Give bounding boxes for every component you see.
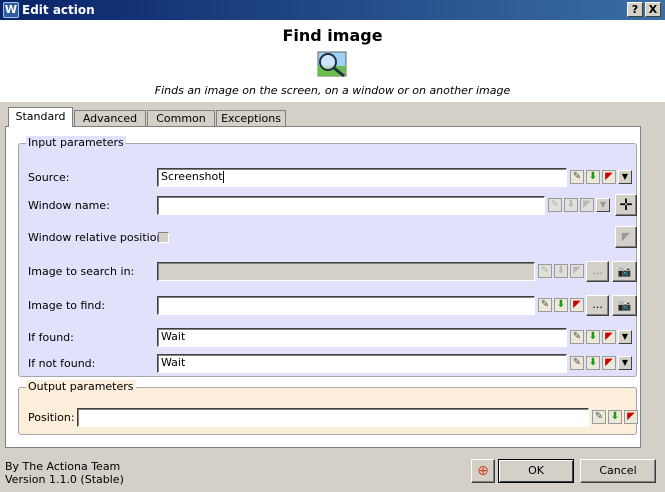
title-bar: W Edit action ? X <box>0 0 665 20</box>
close-button[interactable]: X <box>645 2 661 17</box>
image-to-find-capture-button[interactable]: 📷 <box>612 295 637 316</box>
image-to-search-in-capture-button[interactable]: 📷 <box>612 261 637 282</box>
if-found-variable-icon[interactable]: ⬇ <box>586 330 600 344</box>
version-text: Version 1.1.0 (Stable) <box>5 473 124 486</box>
source-variable-icon[interactable]: ⬇ <box>586 170 600 184</box>
tab-exceptions[interactable]: Exceptions <box>216 110 286 127</box>
help-button[interactable]: ? <box>627 2 643 17</box>
if-not-found-field[interactable]: Wait <box>157 354 567 373</box>
cancel-button[interactable]: Cancel <box>580 459 656 483</box>
if-not-found-variable-icon[interactable]: ⬇ <box>586 356 600 370</box>
action-description: Finds an image on the screen, on a windo… <box>154 84 511 97</box>
position-label: Position: <box>28 411 75 424</box>
if-found-edit-icon[interactable]: ✎ <box>570 330 584 344</box>
actiona-app-icon: W <box>3 2 19 18</box>
position-field[interactable] <box>77 408 589 427</box>
image-to-find-edit-icon[interactable]: ✎ <box>538 298 552 312</box>
image-to-find-flag-icon[interactable]: ◤ <box>570 298 584 312</box>
input-parameters-group: Input parameters Source: Screenshot ✎ ⬇ … <box>18 136 637 377</box>
ok-button[interactable]: OK <box>498 459 574 483</box>
image-to-find-label: Image to find: <box>28 299 106 312</box>
position-variable-icon[interactable]: ⬇ <box>608 410 622 424</box>
camera-icon: 📷 <box>617 299 632 312</box>
if-not-found-label: If not found: <box>28 357 96 370</box>
image-to-search-in-browse-button[interactable]: ... <box>586 261 609 282</box>
tab-common[interactable]: Common <box>147 110 215 127</box>
position-flag-icon[interactable]: ◤ <box>624 410 638 424</box>
image-to-search-in-flag-icon[interactable]: ◤ <box>570 264 584 278</box>
tab-page-standard: Input parameters Source: Screenshot ✎ ⬇ … <box>5 126 641 448</box>
input-parameters-legend: Input parameters <box>26 136 126 149</box>
help-lifebuoy-button[interactable]: ⊕ <box>471 459 495 483</box>
source-dropdown-icon[interactable]: ▼ <box>618 170 632 184</box>
image-to-search-in-field[interactable] <box>157 262 535 281</box>
image-to-search-in-variable-icon[interactable]: ⬇ <box>554 264 568 278</box>
source-flag-icon[interactable]: ◤ <box>602 170 616 184</box>
if-found-label: If found: <box>28 331 74 344</box>
if-found-field[interactable]: Wait <box>157 328 567 347</box>
image-to-search-in-edit-icon[interactable]: ✎ <box>538 264 552 278</box>
magnifier-image-icon <box>317 51 347 78</box>
source-edit-icon[interactable]: ✎ <box>570 170 584 184</box>
output-parameters-group: Output parameters Position: ✎ ⬇ ◤ <box>18 380 638 435</box>
author-text: By The Actiona Team <box>5 460 121 473</box>
position-edit-icon[interactable]: ✎ <box>592 410 606 424</box>
window-name-flag-icon[interactable]: ◤ <box>580 198 594 212</box>
window-relative-position-flag-button[interactable]: ◤ <box>615 226 637 248</box>
if-found-flag-icon[interactable]: ◤ <box>602 330 616 344</box>
if-not-found-dropdown-icon[interactable]: ▼ <box>618 356 632 370</box>
crosshair-icon: ✛ <box>619 195 633 214</box>
image-to-search-in-label: Image to search in: <box>28 265 135 278</box>
output-parameters-legend: Output parameters <box>26 380 136 393</box>
window-name-field[interactable] <box>157 196 545 215</box>
image-to-find-variable-icon[interactable]: ⬇ <box>554 298 568 312</box>
source-label: Source: <box>28 171 70 184</box>
window-title: Edit action <box>22 3 95 17</box>
flag-icon: ◤ <box>621 230 631 243</box>
window-relative-position-checkbox[interactable] <box>158 232 169 243</box>
window-picker-crosshair-button[interactable]: ✛ <box>615 194 637 216</box>
window-relative-position-label: Window relative position: <box>28 231 168 244</box>
if-not-found-flag-icon[interactable]: ◤ <box>602 356 616 370</box>
image-to-find-field[interactable] <box>157 296 535 315</box>
lifebuoy-icon: ⊕ <box>477 463 489 479</box>
if-found-dropdown-icon[interactable]: ▼ <box>618 330 632 344</box>
text-caret <box>222 171 224 183</box>
source-field[interactable]: Screenshot <box>157 168 567 187</box>
if-not-found-edit-icon[interactable]: ✎ <box>570 356 584 370</box>
image-to-find-browse-button[interactable]: ... <box>586 295 609 316</box>
action-header: Find image Finds an image on the screen,… <box>0 20 665 102</box>
action-name: Find image <box>282 26 383 45</box>
source-value: Screenshot <box>161 170 223 183</box>
tab-advanced[interactable]: Advanced <box>74 110 146 127</box>
tab-standard[interactable]: Standard <box>8 107 73 127</box>
window-name-variable-icon[interactable]: ⬇ <box>564 198 578 212</box>
window-name-dropdown-icon[interactable]: ▼ <box>596 198 610 212</box>
camera-icon: 📷 <box>617 265 632 278</box>
window-name-label: Window name: <box>28 199 110 212</box>
window-name-edit-icon[interactable]: ✎ <box>548 198 562 212</box>
